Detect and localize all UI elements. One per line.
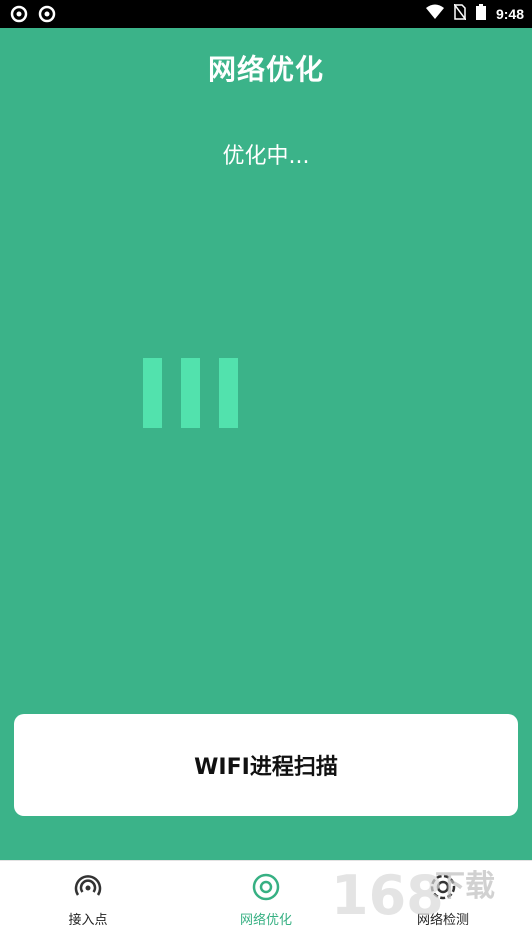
wifi-icon: [425, 4, 444, 23]
settings-gear-icon: [427, 871, 459, 903]
status-time: 9:48: [495, 5, 524, 22]
wifi-process-scan-button[interactable]: WIFI进程扫描: [14, 714, 518, 816]
nav-item-network-optimize[interactable]: 网络优化: [206, 871, 326, 928]
status-right: 9:48: [425, 3, 524, 23]
status-left: [10, 5, 56, 27]
sync-icon: [10, 5, 28, 27]
battery-icon: [475, 4, 486, 23]
loading-bar: [143, 358, 162, 428]
status-bar: 9:48: [0, 0, 532, 28]
scan-button-label: WIFI进程扫描: [194, 755, 338, 780]
loading-bar: [219, 358, 238, 428]
nav-label: 网络优化: [239, 913, 292, 928]
nav-label: 接入点: [68, 913, 108, 928]
page-title: 网络优化: [207, 53, 324, 86]
nav-item-access-point[interactable]: 接入点: [28, 871, 148, 928]
optimizing-status: 优化中...: [222, 144, 310, 169]
no-sim-icon: [453, 3, 467, 23]
loading-indicator: [143, 358, 239, 428]
optimize-icon: [250, 871, 282, 903]
sync-icon: [38, 5, 56, 27]
access-point-icon: [72, 871, 104, 903]
bottom-navigation: 接入点 网络优化 网络检测: [0, 860, 532, 944]
nav-item-network-check[interactable]: 网络检测: [383, 871, 503, 928]
nav-label: 网络检测: [416, 913, 469, 928]
loading-bar: [181, 358, 200, 428]
